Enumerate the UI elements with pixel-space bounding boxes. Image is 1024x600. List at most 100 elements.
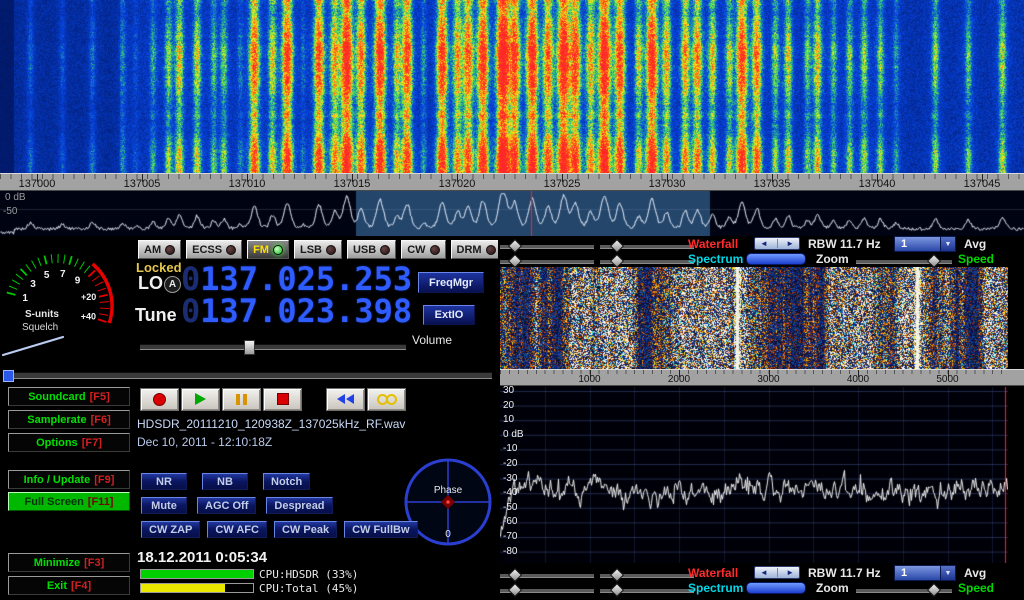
scroll-right-icon[interactable]: ► <box>786 240 794 248</box>
scroll-arrows-button-bottom[interactable]: ◄► <box>754 566 800 579</box>
main-spectrum-display[interactable]: 0 dB -50 <box>0 191 1024 236</box>
waterfall-brightness-slider-thumb-top[interactable] <box>508 239 522 253</box>
antenna-button[interactable]: A <box>164 276 181 293</box>
mode-button-am[interactable]: AM <box>138 240 181 259</box>
button-samplerate[interactable]: Samplerate[F6] <box>8 410 130 429</box>
smeter-tick <box>97 288 105 291</box>
main-frequency-scale[interactable]: 1370001370051370101370151370201370251370… <box>0 173 1024 191</box>
dsp-button-cw-fullbw[interactable]: CW FullBw <box>344 521 417 538</box>
squelch-slider-thumb[interactable] <box>3 370 14 382</box>
scroll-arrows-button-top[interactable]: ◄► <box>754 237 800 250</box>
zoom-slider-thumb-top[interactable] <box>927 254 941 268</box>
spectrum-brightness-slider-thumb-bottom[interactable] <box>508 583 522 597</box>
dsp-button-cw-peak[interactable]: CW Peak <box>274 521 337 538</box>
scroll-arrows-divider <box>777 568 778 577</box>
button-exit[interactable]: Exit[F4] <box>8 576 130 595</box>
rewind-button[interactable] <box>326 388 365 411</box>
spectrum-brightness-slider-thumb-top[interactable] <box>508 254 522 268</box>
zoom-slider-bottom[interactable] <box>856 589 952 593</box>
mode-button-ecss[interactable]: ECSS <box>186 240 242 259</box>
scroll-left-icon[interactable]: ◄ <box>760 569 768 577</box>
mode-button-label: LSB <box>300 244 322 256</box>
dsp-button-nr[interactable]: NR <box>141 473 187 490</box>
dropdown-arrow-icon[interactable]: ▼ <box>940 566 955 580</box>
zoom-spectrum-canvas[interactable] <box>500 387 1008 563</box>
spectrum-contrast-slider-bottom[interactable] <box>600 589 694 593</box>
smeter-scale-label: 3 <box>30 279 36 290</box>
fkey-button-label: Soundcard <box>28 391 85 403</box>
mode-button-cw[interactable]: CW <box>401 240 445 259</box>
tune-leading-zero: 0 <box>181 292 200 330</box>
mode-led-icon <box>326 245 336 255</box>
stop-button[interactable] <box>263 388 302 411</box>
waterfall-contrast-slider-bottom[interactable] <box>600 574 694 578</box>
smeter-tick <box>84 266 90 273</box>
waterfall-label-top: Waterfall <box>688 237 738 251</box>
volume-slider[interactable] <box>140 344 406 350</box>
smeter-scale-label: 5 <box>44 270 50 281</box>
avg-select-bottom[interactable]: 1▼ <box>894 565 956 581</box>
scroll-right-icon[interactable]: ► <box>786 569 794 577</box>
waterfall-brightness-slider-top[interactable] <box>500 245 594 249</box>
record-button[interactable] <box>140 388 179 411</box>
zoom-spectrum-display[interactable]: 3020100 dB-10-20-30-40-50-60-70-80 <box>500 387 1008 563</box>
zoom-frequency-tick-label: 5000 <box>936 374 958 385</box>
dsp-button-cw-afc[interactable]: CW AFC <box>207 521 267 538</box>
avg-select-top[interactable]: 1▼ <box>894 236 956 252</box>
dsp-button-agc-off[interactable]: AGC Off <box>197 497 256 514</box>
freqmgr-button[interactable]: FreqMgr <box>418 272 484 293</box>
scroll-left-icon[interactable]: ◄ <box>760 240 768 248</box>
button-info-update[interactable]: Info / Update[F9] <box>8 470 130 489</box>
waterfall-contrast-slider-top[interactable] <box>600 245 694 249</box>
zoom-slider-thumb-bottom[interactable] <box>927 583 941 597</box>
button-full-screen[interactable]: Full Screen[F11] <box>8 492 130 511</box>
volume-slider-thumb[interactable] <box>244 340 255 355</box>
smeter-tick <box>69 256 72 265</box>
pause-icon <box>236 394 247 405</box>
zoom-frequency-scale[interactable]: 10002000300040005000 <box>500 369 1024 386</box>
dsp-button-despread[interactable]: Despread <box>266 497 332 514</box>
play-button[interactable] <box>181 388 220 411</box>
mode-button-label: USB <box>353 244 376 256</box>
phase-center-dot <box>446 500 450 504</box>
button-soundcard[interactable]: Soundcard[F5] <box>8 387 130 406</box>
main-spectrum-canvas[interactable] <box>0 191 1024 236</box>
waterfall-contrast-slider-thumb-top[interactable] <box>610 239 624 253</box>
zoom-slider-top[interactable] <box>856 260 952 264</box>
waterfall-contrast-slider-thumb-bottom[interactable] <box>610 568 624 582</box>
mode-button-usb[interactable]: USB <box>347 240 396 259</box>
dsp-button-nb[interactable]: NB <box>202 473 248 490</box>
zoom-range-bar-bottom[interactable] <box>746 582 806 594</box>
tune-frequency-display[interactable]: 0137.023.398 <box>181 295 412 328</box>
mode-button-drm[interactable]: DRM <box>451 240 502 259</box>
main-waterfall-display[interactable] <box>0 0 1024 173</box>
button-options[interactable]: Options[F7] <box>8 433 130 452</box>
extio-button[interactable]: ExtIO <box>423 305 475 325</box>
smeter-tick <box>51 254 52 263</box>
spectrum-contrast-slider-thumb-bottom[interactable] <box>610 583 624 597</box>
waterfall-brightness-slider-bottom[interactable] <box>500 574 594 578</box>
spectrum-brightness-slider-top[interactable] <box>500 260 594 264</box>
dsp-button-label: CW Peak <box>282 524 329 536</box>
dsp-button-label: CW AFC <box>215 524 259 536</box>
dsp-button-notch[interactable]: Notch <box>263 473 310 490</box>
smeter-scale-label: 9 <box>75 276 81 287</box>
spectrum-brightness-slider-bottom[interactable] <box>500 589 594 593</box>
spectrum-contrast-slider-top[interactable] <box>600 260 694 264</box>
mode-button-fm[interactable]: FM <box>247 240 289 259</box>
spectrum-contrast-slider-thumb-top[interactable] <box>610 254 624 268</box>
zoom-range-bar-top[interactable] <box>746 253 806 265</box>
loop-button[interactable] <box>367 388 406 411</box>
hdsdr-app: 1370001370051370101370151370201370251370… <box>0 0 1024 600</box>
mode-button-lsb[interactable]: LSB <box>294 240 342 259</box>
dsp-button-label: NR <box>156 476 172 488</box>
waterfall-brightness-slider-thumb-bottom[interactable] <box>508 568 522 582</box>
dsp-button-mute[interactable]: Mute <box>141 497 187 514</box>
dsp-button-cw-zap[interactable]: CW ZAP <box>141 521 200 538</box>
zoom-waterfall-display[interactable] <box>500 267 1008 369</box>
mode-led-icon <box>486 245 496 255</box>
pause-button[interactable] <box>222 388 261 411</box>
dropdown-arrow-icon[interactable]: ▼ <box>940 237 955 251</box>
button-minimize[interactable]: Minimize[F3] <box>8 553 130 572</box>
squelch-slider[interactable] <box>3 372 492 379</box>
